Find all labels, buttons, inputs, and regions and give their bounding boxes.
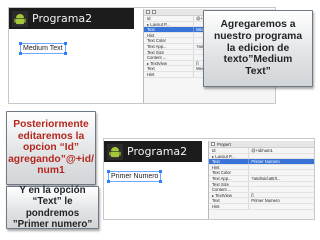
property-key: Id [144,16,195,21]
resize-handle[interactable] [63,42,67,45]
callout-line: Posteriormente [13,118,89,130]
callout-text: Agregaremos a nuestro programa la edicio… [214,19,302,77]
property-key: Text Color [209,170,250,175]
callout-line: ”Primer numero” [12,218,93,230]
properties-toolbar: Propert [209,141,314,148]
property-value[interactable] [249,182,314,187]
callout-line: Y en la opción [19,185,86,197]
callout-line: agregando”@+id/ [8,153,94,165]
property-key: Text App... [209,175,250,181]
property-key: ▸ TextView [144,60,195,66]
property-value[interactable] [249,165,314,170]
bottom-screenshot: Programa2 Primer Numero Propert Id @+id/n… [103,138,315,220]
property-key: Text [209,159,250,164]
callout-line: Text” [245,65,271,77]
resize-handle[interactable] [159,180,163,183]
callout-line: opcion “Id” [22,142,80,154]
property-key: Hint [209,203,250,209]
toolbar-button-icon[interactable] [146,10,150,14]
app-title: Programa2 [32,12,93,25]
android-icon [107,143,123,160]
property-value[interactable] [249,204,314,209]
resize-handle[interactable] [19,42,22,45]
property-key: Text Color [144,38,195,43]
primer-numero-widget[interactable]: Primer Numero [107,170,163,183]
property-key: Content ... [144,55,195,60]
properties-tab-label[interactable]: Propert [217,142,231,147]
resize-handle[interactable] [107,170,110,173]
property-key: Text [144,66,195,71]
design-canvas[interactable]: Medium Text [9,29,134,103]
toolbar-button-icon[interactable] [211,142,215,146]
callout-line: “Text” le pondremos [25,196,80,219]
property-value[interactable] [249,154,314,159]
property-key: Text Size [144,49,195,55]
property-key: Id [209,148,250,153]
property-key: ▸ Layout P... [144,21,195,27]
property-key: Hint [209,164,250,170]
property-key: Text App... [144,43,195,49]
callout-line: editaremos la [17,130,85,142]
property-key: Text Size [209,181,250,187]
callout-line: Agregaremos a [220,19,296,31]
properties-list: Id @+id/num1 ▸ Layout P... Text Primer Numer… [209,148,314,210]
widget-text: Primer Numero [111,173,159,180]
property-value[interactable]: [] [249,193,314,198]
widget-text: Medium Text [23,45,63,52]
property-key: Text [144,27,195,32]
callout-line: nuestro programa [213,31,303,43]
app-title-bar: Programa2 [104,141,202,162]
callout-line: num1 [37,165,65,177]
toolbar-button-icon[interactable] [152,10,156,14]
property-value[interactable]: ?android:attr/t... [249,176,314,181]
callout-line: la edicion de [226,42,290,54]
resize-handle[interactable] [159,170,163,173]
property-key: ▸ Layout P... [209,153,250,159]
callout-posteriormente: Posteriormente editaremos la opcion “Id”… [6,111,96,185]
properties-panel: Propert Id @+id/num1 ▸ Layout P... Text Prim… [208,141,314,219]
resize-handle[interactable] [19,52,22,55]
app-title: Programa2 [127,145,188,158]
callout-line: texto”Medium [223,54,293,66]
property-value[interactable]: Primer Numero [249,198,314,203]
resize-handle[interactable] [63,52,67,55]
property-value[interactable]: Primer Numero [249,159,314,164]
callout-y-en-la-opcion: Y en la opción “Text” le pondremos ”Prim… [6,185,99,230]
property-value[interactable] [249,170,314,175]
resize-handle[interactable] [107,180,110,183]
callout-agregaremos: Agregaremos a nuestro programa la edicio… [203,10,313,87]
callout-text: Y en la opción “Text” le pondremos ”Prim… [9,185,96,229]
callout-text: Posteriormente editaremos la opcion “Id”… [8,119,94,177]
medium-text-widget[interactable]: Medium Text [19,42,67,55]
app-title-bar: Programa2 [9,8,134,29]
property-key: Hint [144,32,195,38]
property-key: Content ... [209,187,250,192]
property-key: Text [209,198,250,203]
android-icon [12,10,28,27]
property-key: ▸ TextView [209,192,250,198]
property-value[interactable] [249,187,314,192]
property-value[interactable]: @+id/num1 [249,148,314,153]
design-canvas[interactable]: Primer Numero [104,162,202,219]
property-row[interactable]: Hint [209,203,314,210]
property-key: Hint [144,71,195,77]
